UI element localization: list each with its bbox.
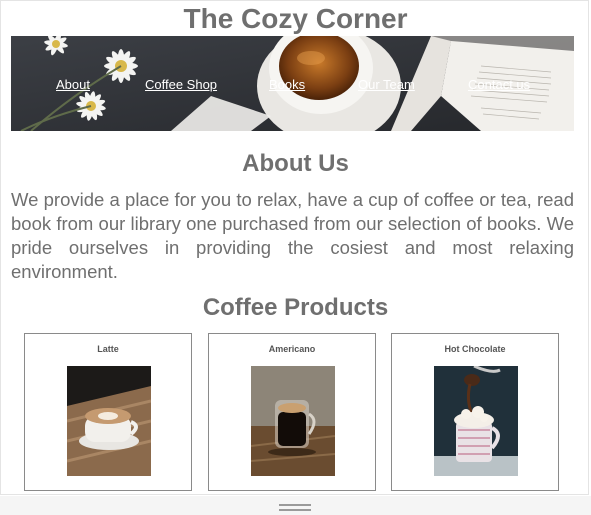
- product-name: Latte: [97, 344, 119, 354]
- nav-link-about[interactable]: About: [56, 77, 90, 92]
- products-heading: Coffee Products: [202, 294, 389, 321]
- about-text: We provide a place for you to relax, hav…: [11, 189, 574, 282]
- site-title: The Cozy Corner: [183, 3, 408, 34]
- americano-photo: [251, 366, 335, 476]
- hot-chocolate-photo: [434, 366, 518, 476]
- header-banner: About Coffee Shop Books Our Team Contact…: [11, 36, 574, 131]
- product-name: Hot Chocolate: [444, 344, 506, 354]
- nav-link-coffee-shop[interactable]: Coffee Shop: [145, 77, 217, 92]
- nav-link-contact-us[interactable]: Contact us: [468, 77, 530, 92]
- about-heading: About Us: [242, 150, 349, 177]
- main-nav: About Coffee Shop Books Our Team Contact…: [11, 36, 574, 131]
- drag-handle-line: [279, 509, 311, 511]
- product-card-hot-chocolate[interactable]: Hot Chocolate: [391, 333, 559, 491]
- product-name: Americano: [268, 344, 316, 354]
- drag-handle-line: [279, 504, 311, 506]
- nav-link-books[interactable]: Books: [269, 77, 305, 92]
- latte-photo: [67, 366, 151, 476]
- nav-link-our-team[interactable]: Our Team: [358, 77, 415, 92]
- product-card-americano[interactable]: Americano: [208, 333, 376, 491]
- product-card-latte[interactable]: Latte: [24, 333, 192, 491]
- resize-bar[interactable]: [0, 496, 591, 515]
